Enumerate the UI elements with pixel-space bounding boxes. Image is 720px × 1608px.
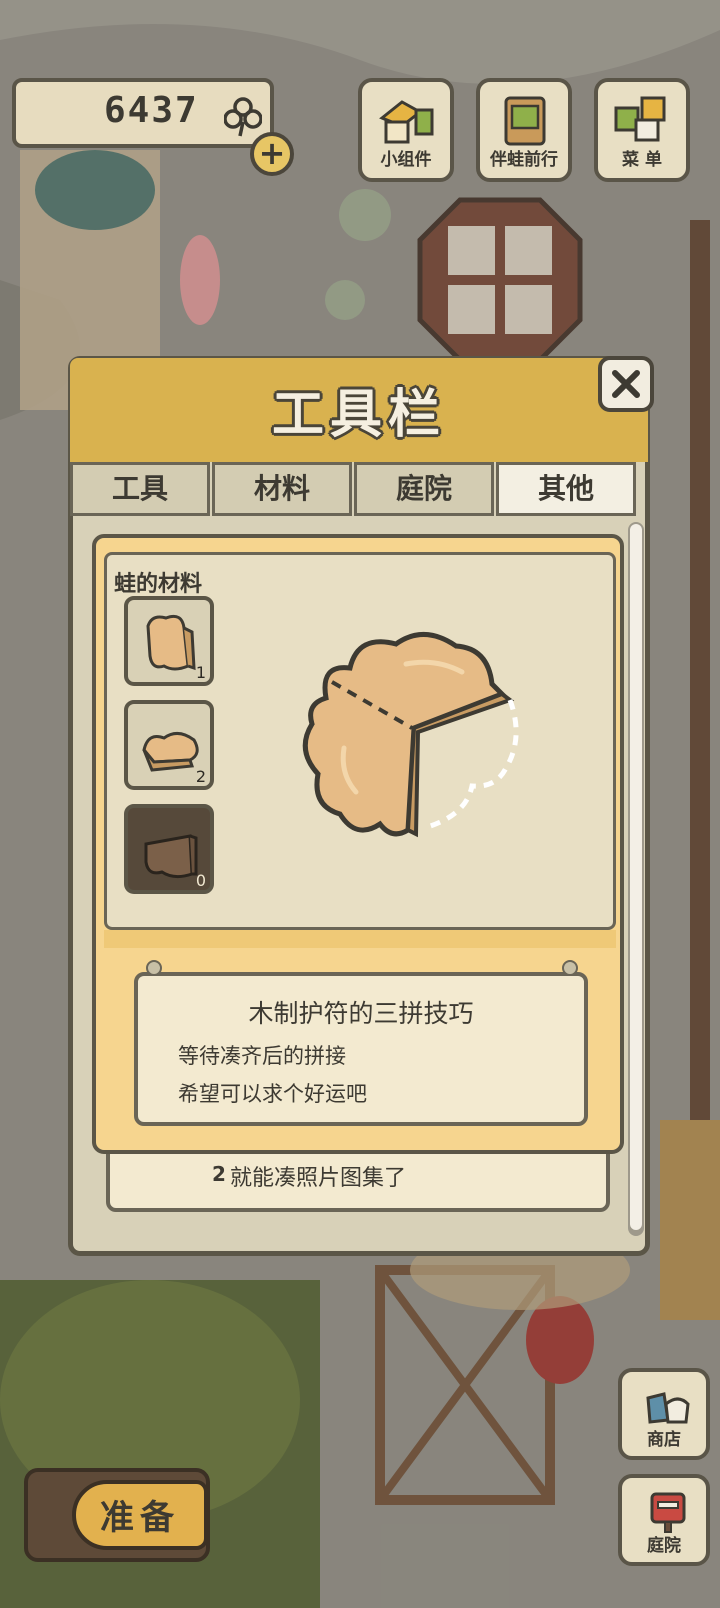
shop-button[interactable]: 商店	[618, 1368, 710, 1460]
travel-button[interactable]: 伴蛙前行	[476, 78, 572, 182]
mailbox-icon	[650, 1492, 686, 1533]
item-description-line-2: 希望可以求个好运吧	[178, 1082, 367, 1106]
clover-count: 6437	[104, 90, 199, 131]
menu-cards-icon	[614, 96, 666, 142]
widget-button[interactable]: 小组件	[358, 78, 454, 182]
wooden-amulet-preview	[302, 632, 519, 838]
rivet-decoration	[562, 960, 578, 976]
tab-tools[interactable]: 工具	[70, 462, 210, 516]
piece-thumbnail-1[interactable]: 1	[124, 596, 214, 686]
ready-label: 准备	[100, 1498, 180, 1538]
piece-thumbnail-3[interactable]: 0	[124, 804, 214, 894]
item-description-line-1: 等待凑齐后的拼接	[178, 1044, 346, 1068]
close-icon	[612, 370, 640, 398]
piece-count: 2	[195, 767, 206, 786]
add-clover-button[interactable]: +	[250, 132, 294, 176]
shop-bags-icon	[646, 1392, 690, 1424]
scrollbar-thumb[interactable]	[630, 524, 642, 1230]
piece-count: 0	[195, 871, 206, 890]
tab-materials[interactable]: 材料	[212, 462, 352, 516]
close-button[interactable]	[598, 356, 654, 412]
shop-label: 商店	[647, 1430, 681, 1450]
modal-title: 工具栏	[271, 385, 446, 445]
list-item-count: 2	[212, 1162, 226, 1186]
tab-other[interactable]: 其他	[496, 462, 636, 516]
detail-divider	[104, 930, 616, 948]
tab-yard[interactable]: 庭院	[354, 462, 494, 516]
list-item-text: 就能凑照片图集了	[230, 1166, 407, 1191]
menu-button[interactable]: 菜 单	[594, 78, 690, 182]
piece-thumbnail-2[interactable]: 2	[124, 700, 214, 790]
yard-button[interactable]: 庭院	[618, 1474, 710, 1566]
yard-label: 庭院	[647, 1536, 681, 1556]
widget-label: 小组件	[380, 150, 432, 170]
rivet-decoration	[146, 960, 162, 976]
item-title: 木制护符的三拼技巧	[248, 999, 474, 1028]
clover-icon	[224, 97, 262, 137]
travel-label: 伴蛙前行	[490, 150, 558, 170]
travel-book-icon	[504, 96, 546, 146]
category-label: 蛙的材料	[114, 572, 203, 597]
widget-icon	[379, 100, 434, 144]
menu-label: 菜 单	[622, 150, 662, 170]
piece-count: 1	[195, 663, 206, 682]
